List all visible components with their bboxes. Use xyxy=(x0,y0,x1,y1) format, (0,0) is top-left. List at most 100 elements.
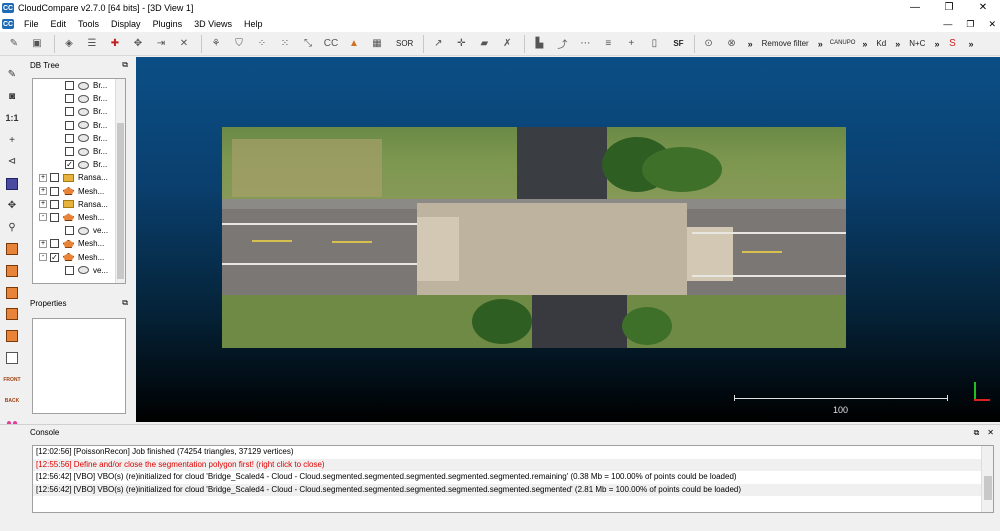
merge-icon[interactable]: ⇥ xyxy=(151,35,171,53)
tree-item[interactable]: Br... xyxy=(33,132,125,145)
mdi-minimize-button[interactable]: — xyxy=(943,16,952,32)
tree-visibility-checkbox[interactable] xyxy=(65,265,74,275)
tree-visibility-checkbox[interactable] xyxy=(65,94,74,104)
noise-icon[interactable]: ⁙ xyxy=(275,35,295,53)
tree-expander-icon[interactable]: + xyxy=(39,239,47,248)
sor-button[interactable]: SOR xyxy=(390,39,419,48)
more-tools-button-1[interactable]: » xyxy=(748,39,753,49)
align-icon[interactable]: ✥ xyxy=(128,35,148,53)
remove-filter-button[interactable]: Remove filter xyxy=(756,39,815,48)
left-view-icon[interactable] xyxy=(3,284,21,302)
tree-item[interactable]: ve... xyxy=(33,264,125,277)
tree-item[interactable]: + Mesh... xyxy=(33,237,125,250)
add-sf-icon[interactable]: + xyxy=(621,35,641,53)
tree-item[interactable]: ✓ Br... xyxy=(33,158,125,171)
tree-item[interactable]: - Mesh... xyxy=(33,211,125,224)
pointpicking-icon[interactable]: ✎ xyxy=(3,66,21,84)
crosshair-icon[interactable]: + xyxy=(3,131,21,149)
tree-item[interactable]: Br... xyxy=(33,105,125,118)
menu-display[interactable]: Display xyxy=(105,19,147,29)
more-tools-button-4[interactable]: » xyxy=(895,39,900,49)
more-tools-button-3[interactable]: » xyxy=(862,39,867,49)
gradient-icon[interactable]: ⤴ xyxy=(552,35,572,53)
tree-expander-icon[interactable]: - xyxy=(39,253,47,262)
point-cloud-render[interactable] xyxy=(222,127,846,348)
console-close-icon[interactable]: ✕ xyxy=(987,428,994,438)
tree-item[interactable]: - ✓ Mesh... xyxy=(33,250,125,263)
tree-expander-icon[interactable]: + xyxy=(39,200,47,209)
tree-expander-icon[interactable]: - xyxy=(39,213,47,222)
one-to-one-button[interactable]: 1:1 xyxy=(3,110,21,128)
menu-file[interactable]: File xyxy=(18,19,45,29)
tree-visibility-checkbox[interactable] xyxy=(50,173,59,183)
clear-sf-icon[interactable]: ▯ xyxy=(644,35,664,53)
console-scrollbar[interactable] xyxy=(981,446,993,512)
subsample-icon[interactable]: ⤡ xyxy=(298,35,318,53)
cc-icon[interactable]: CC xyxy=(321,35,341,53)
delete-icon[interactable]: ✕ xyxy=(174,35,194,53)
save-icon[interactable]: ▣ xyxy=(27,35,47,53)
perspective-icon[interactable]: ⊲ xyxy=(3,153,21,171)
m3c2-icon[interactable]: ⊗ xyxy=(722,35,742,53)
tree-visibility-checkbox[interactable] xyxy=(65,133,74,143)
menu-3d-views[interactable]: 3D Views xyxy=(188,19,238,29)
pivot-icon[interactable]: ✥ xyxy=(3,197,21,215)
sf-list-icon[interactable]: ≡ xyxy=(598,35,618,53)
nc-button[interactable]: N+C xyxy=(903,39,931,48)
list-icon[interactable]: ☰ xyxy=(82,35,102,53)
tree-item[interactable]: Br... xyxy=(33,92,125,105)
more-tools-button-5[interactable]: » xyxy=(934,39,939,49)
more-tools-button-6[interactable]: » xyxy=(968,39,973,49)
mdi-restore-button[interactable]: ❐ xyxy=(966,16,974,32)
menu-edit[interactable]: Edit xyxy=(45,19,73,29)
tree-visibility-checkbox[interactable]: ✓ xyxy=(50,252,59,262)
translate-icon[interactable]: ✚ xyxy=(105,35,125,53)
segment-icon[interactable]: S xyxy=(942,35,962,53)
tree-item[interactable]: ve... xyxy=(33,224,125,237)
open-icon[interactable]: ✎ xyxy=(4,35,24,53)
minimize-button[interactable]: — xyxy=(898,0,932,16)
points-icon[interactable]: ⁘ xyxy=(252,35,272,53)
camera-icon[interactable]: ◙ xyxy=(3,88,21,106)
plane-icon[interactable]: ▰ xyxy=(474,35,494,53)
sample-icon[interactable]: ⚘ xyxy=(206,35,226,53)
tree-visibility-checkbox[interactable] xyxy=(65,81,74,91)
tree-visibility-checkbox[interactable] xyxy=(65,147,74,157)
shield-icon[interactable]: ⛉ xyxy=(229,35,249,53)
tree-visibility-checkbox[interactable] xyxy=(50,199,59,209)
dbtree-scrollbar[interactable] xyxy=(115,79,125,283)
tree-item[interactable]: Br... xyxy=(33,145,125,158)
tree-visibility-checkbox[interactable] xyxy=(65,120,74,130)
clone-icon[interactable]: ◈ xyxy=(59,35,79,53)
cross-icon[interactable]: ✗ xyxy=(497,35,517,53)
tree-visibility-checkbox[interactable] xyxy=(65,226,74,236)
menu-tools[interactable]: Tools xyxy=(72,19,105,29)
dbtree-float-icon[interactable]: ⧉ xyxy=(122,60,128,70)
cube-icon[interactable] xyxy=(3,175,21,193)
properties-panel[interactable] xyxy=(32,318,126,414)
move-icon[interactable]: ✛ xyxy=(451,35,471,53)
tree-expander-icon[interactable]: + xyxy=(39,173,47,182)
properties-float-icon[interactable]: ⧉ xyxy=(122,298,128,308)
menu-plugins[interactable]: Plugins xyxy=(147,19,189,29)
kd-button[interactable]: Kd xyxy=(870,39,892,48)
console-panel[interactable]: [12:02:56] [PoissonRecon] Job finished (… xyxy=(32,445,994,513)
checker-icon[interactable]: ▦ xyxy=(367,35,387,53)
back-view-icon[interactable] xyxy=(3,305,21,323)
top-view-icon[interactable] xyxy=(3,240,21,258)
more-tools-button-2[interactable]: » xyxy=(818,39,823,49)
right-view-icon[interactable] xyxy=(3,327,21,345)
dbtree-panel[interactable]: Br... Br... Br... Br... Br... Br... ✓ Br... + Ran… xyxy=(32,78,126,284)
menu-help[interactable]: Help xyxy=(238,19,269,29)
cone-icon[interactable]: ▲ xyxy=(344,35,364,53)
pick-icon[interactable]: ↗ xyxy=(428,35,448,53)
tree-expander-icon[interactable]: + xyxy=(39,187,47,196)
sf-button[interactable]: SF xyxy=(667,39,689,48)
iso-back-button[interactable]: BACK xyxy=(3,392,21,410)
front-view-icon[interactable] xyxy=(3,262,21,280)
tree-visibility-checkbox[interactable] xyxy=(65,107,74,117)
tree-visibility-checkbox[interactable] xyxy=(50,239,59,249)
tree-item[interactable]: + Mesh... xyxy=(33,185,125,198)
tree-visibility-checkbox[interactable]: ✓ xyxy=(65,160,74,170)
bottom-view-icon[interactable] xyxy=(3,349,21,367)
